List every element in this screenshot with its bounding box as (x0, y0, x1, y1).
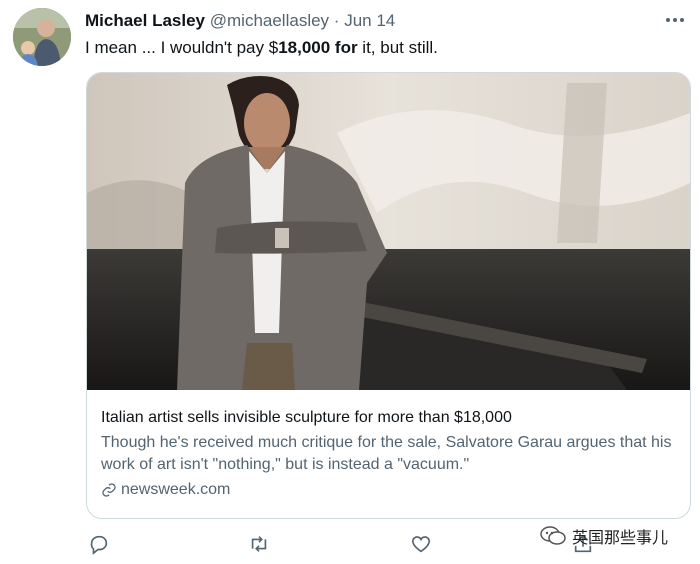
card-image (87, 73, 690, 390)
reply-icon (90, 535, 108, 555)
card-body: Italian artist sells invisible sculpture… (101, 407, 681, 501)
author-handle[interactable]: @michaellasley (210, 11, 329, 30)
tweet-text: I mean ... I wouldn't pay $18,000 for it… (85, 37, 438, 59)
tweet-actions (85, 530, 605, 558)
card-description: Though he's received much critique for t… (101, 434, 672, 473)
card-domain-row[interactable]: newsweek.com (101, 479, 681, 501)
like-icon (411, 536, 431, 553)
watermark: 英国那些事儿 (540, 524, 668, 548)
card-title[interactable]: Italian artist sells invisible sculpture… (101, 407, 681, 429)
link-card[interactable]: Italian artist sells invisible sculpture… (86, 72, 691, 519)
link-icon (102, 483, 116, 497)
meta-separator: · (333, 11, 340, 30)
author-name[interactable]: Michael Lasley (85, 11, 205, 30)
wechat-logo-icon (540, 526, 566, 545)
more-icon (666, 18, 684, 22)
reply-button[interactable] (85, 530, 113, 558)
tweet-text-end: it, but still. (357, 38, 438, 57)
watermark-text: 英国那些事儿 (572, 530, 669, 547)
card-domain[interactable]: newsweek.com (121, 479, 230, 501)
more-options-button[interactable] (662, 10, 688, 30)
retweet-icon (251, 536, 267, 552)
tweet-date[interactable]: Jun 14 (344, 11, 395, 30)
like-button[interactable] (407, 530, 435, 558)
tweet-text-bold: 18,000 for (278, 38, 358, 57)
tweet-header: Michael Lasley @michaellasley · Jun 14 (85, 11, 395, 31)
avatar[interactable] (13, 8, 71, 66)
retweet-button[interactable] (245, 530, 273, 558)
tweet-text-start: I mean ... I wouldn't pay $ (85, 38, 279, 57)
